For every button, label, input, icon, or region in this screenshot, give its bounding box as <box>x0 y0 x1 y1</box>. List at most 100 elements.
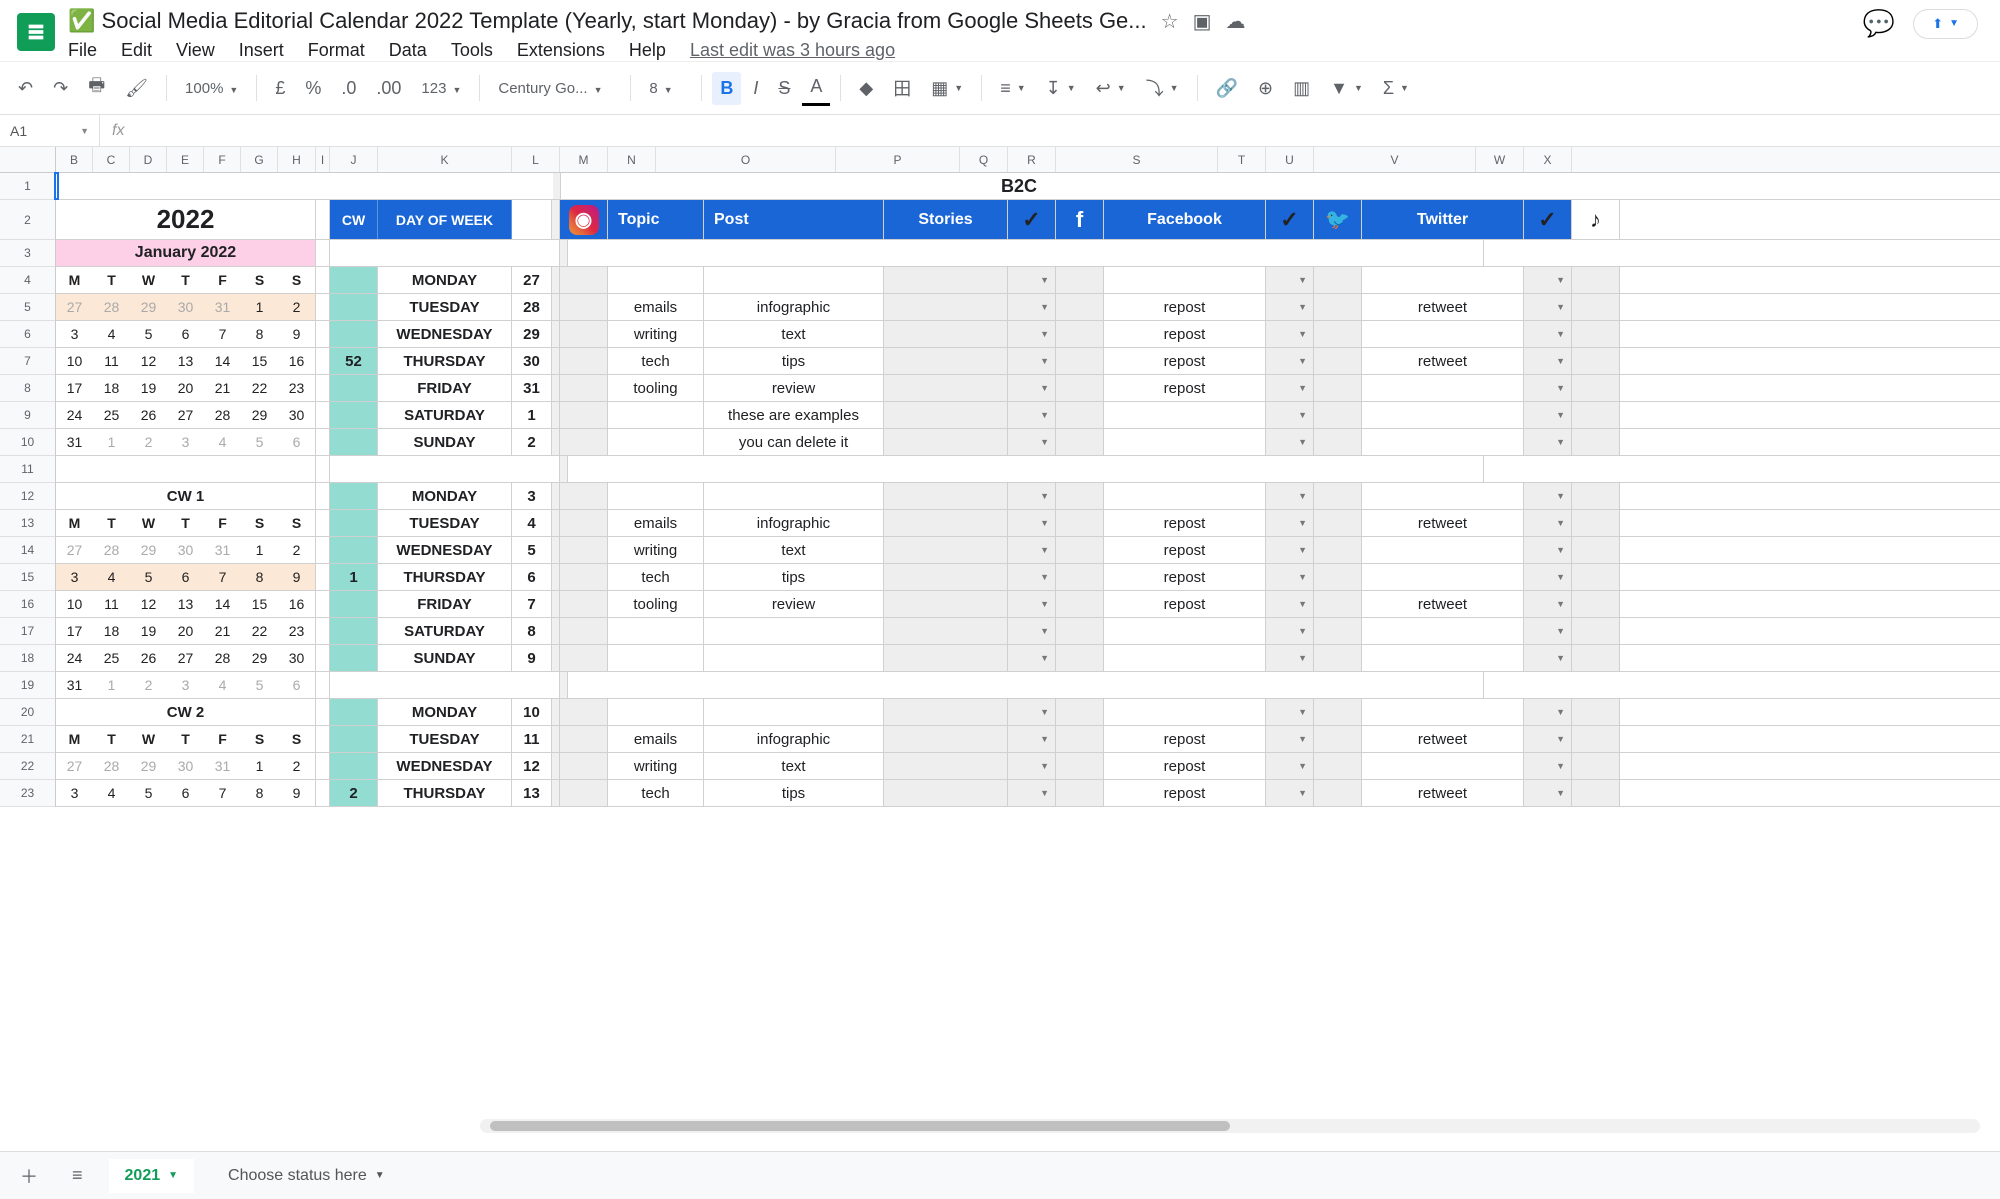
dropdown-cell[interactable] <box>1266 321 1314 347</box>
cell[interactable] <box>1056 564 1104 590</box>
add-sheet-icon[interactable]: ＋ <box>12 1157 46 1195</box>
dropdown-cell[interactable] <box>1266 537 1314 563</box>
dropdown-cell[interactable] <box>1008 375 1056 401</box>
post-cell[interactable]: these are examples <box>704 402 884 428</box>
cell[interactable] <box>316 591 330 617</box>
cell[interactable] <box>1314 483 1362 509</box>
select-all-corner[interactable] <box>0 147 56 172</box>
cell[interactable] <box>1056 429 1104 455</box>
date-cell[interactable]: 7 <box>512 591 552 617</box>
dropdown-cell[interactable] <box>1266 429 1314 455</box>
cell[interactable] <box>552 726 560 752</box>
stories-cell[interactable] <box>884 780 1008 806</box>
day-cell[interactable]: SATURDAY <box>378 618 512 644</box>
stories-cell[interactable] <box>884 429 1008 455</box>
tw-cell[interactable] <box>1362 321 1524 347</box>
cell[interactable] <box>1056 510 1104 536</box>
dropdown-cell[interactable] <box>1266 726 1314 752</box>
col-header[interactable]: H <box>278 147 316 172</box>
menu-view[interactable]: View <box>176 40 215 61</box>
dropdown-cell[interactable] <box>1524 321 1572 347</box>
stories-cell[interactable] <box>884 402 1008 428</box>
date-cell[interactable]: 3 <box>512 483 552 509</box>
tw-cell[interactable]: retweet <box>1362 294 1524 320</box>
tw-cell[interactable]: retweet <box>1362 510 1524 536</box>
topic-header[interactable]: Topic <box>608 200 704 239</box>
post-cell[interactable]: infographic <box>704 726 884 752</box>
tw-cell[interactable] <box>1362 429 1524 455</box>
col-header[interactable]: K <box>378 147 512 172</box>
cell[interactable] <box>552 429 560 455</box>
dropdown-cell[interactable] <box>1008 321 1056 347</box>
cell[interactable] <box>1056 537 1104 563</box>
post-cell[interactable] <box>704 645 884 671</box>
cell[interactable] <box>1572 699 1620 725</box>
dropdown-cell[interactable] <box>1266 483 1314 509</box>
cell[interactable] <box>1056 699 1104 725</box>
day-cell[interactable]: WEDNESDAY <box>378 321 512 347</box>
dropdown-cell[interactable] <box>1524 429 1572 455</box>
percent-icon[interactable]: % <box>297 72 329 105</box>
cloud-icon[interactable]: ☁ <box>1225 9 1245 34</box>
tw-cell[interactable]: retweet <box>1362 591 1524 617</box>
format-select[interactable]: 123 <box>413 76 469 101</box>
twitter-header[interactable]: Twitter <box>1362 200 1524 239</box>
fb-cell[interactable]: repost <box>1104 753 1266 779</box>
dropdown-cell[interactable] <box>1266 294 1314 320</box>
cell[interactable] <box>316 780 330 806</box>
cell[interactable] <box>316 483 330 509</box>
row-header[interactable]: 13 <box>0 510 55 537</box>
dropdown-cell[interactable] <box>1266 645 1314 671</box>
wrap-icon[interactable]: ↩ <box>1088 72 1134 105</box>
fill-color-icon[interactable]: ◆ <box>851 72 881 105</box>
cell[interactable] <box>316 321 330 347</box>
dropdown-cell[interactable] <box>1008 267 1056 293</box>
tw-cell[interactable]: retweet <box>1362 348 1524 374</box>
cell[interactable] <box>552 591 560 617</box>
menu-help[interactable]: Help <box>629 40 666 61</box>
cell[interactable] <box>560 429 608 455</box>
cell[interactable] <box>1572 780 1620 806</box>
cw-cell[interactable]: 52 <box>330 348 378 374</box>
cell[interactable] <box>552 510 560 536</box>
topic-cell[interactable] <box>608 645 704 671</box>
post-cell[interactable]: infographic <box>704 294 884 320</box>
cw-cell[interactable] <box>330 618 378 644</box>
date-cell[interactable]: 1 <box>512 402 552 428</box>
cw-cell[interactable] <box>330 537 378 563</box>
day-cell[interactable]: MONDAY <box>378 267 512 293</box>
tw-cell[interactable] <box>1362 699 1524 725</box>
day-cell[interactable]: WEDNESDAY <box>378 537 512 563</box>
cell[interactable] <box>552 753 560 779</box>
all-sheets-icon[interactable]: ≡ <box>64 1159 91 1192</box>
topic-cell[interactable] <box>608 267 704 293</box>
dropdown-cell[interactable] <box>1008 510 1056 536</box>
day-cell[interactable]: THURSDAY <box>378 780 512 806</box>
day-cell[interactable]: TUESDAY <box>378 294 512 320</box>
cell[interactable] <box>1056 321 1104 347</box>
fb-cell[interactable]: repost <box>1104 780 1266 806</box>
decrease-decimal-icon[interactable]: .0 <box>333 72 364 105</box>
dropdown-cell[interactable] <box>1008 537 1056 563</box>
cell[interactable] <box>1314 753 1362 779</box>
stories-cell[interactable] <box>884 348 1008 374</box>
cell[interactable] <box>560 753 608 779</box>
dropdown-cell[interactable] <box>1266 753 1314 779</box>
cell[interactable] <box>316 429 330 455</box>
cw-cell[interactable] <box>330 699 378 725</box>
stories-cell[interactable] <box>884 645 1008 671</box>
cell[interactable] <box>1056 375 1104 401</box>
borders-icon[interactable]: 田 <box>885 69 919 107</box>
stories-cell[interactable] <box>884 753 1008 779</box>
day-cell[interactable]: THURSDAY <box>378 564 512 590</box>
dropdown-cell[interactable] <box>1008 429 1056 455</box>
cw-cell[interactable] <box>330 375 378 401</box>
col-header[interactable]: L <box>512 147 560 172</box>
cell[interactable] <box>560 483 608 509</box>
col-header[interactable]: J <box>330 147 378 172</box>
dropdown-cell[interactable] <box>1008 591 1056 617</box>
day-cell[interactable]: MONDAY <box>378 699 512 725</box>
fb-cell[interactable]: repost <box>1104 348 1266 374</box>
tw-cell[interactable] <box>1362 483 1524 509</box>
row-header[interactable]: 22 <box>0 753 55 780</box>
